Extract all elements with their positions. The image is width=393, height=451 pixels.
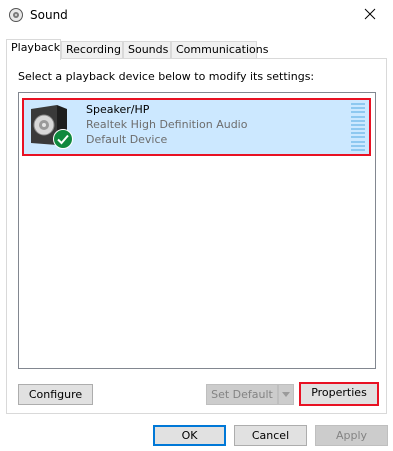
- level-bar: [351, 103, 365, 105]
- instruction-text: Select a playback device below to modify…: [18, 70, 315, 83]
- cancel-button[interactable]: Cancel: [234, 425, 307, 446]
- chevron-down-icon: [282, 388, 290, 401]
- set-default-button[interactable]: Set Default: [206, 384, 278, 405]
- level-bar: [351, 123, 365, 126]
- level-bar: [351, 132, 365, 135]
- window-title: Sound: [30, 8, 68, 22]
- level-bar: [351, 128, 365, 131]
- tab-recording[interactable]: Recording: [61, 41, 123, 59]
- apply-button[interactable]: Apply: [315, 425, 388, 446]
- close-icon: [364, 8, 376, 23]
- title-bar: Sound: [0, 0, 393, 31]
- speaker-icon: [8, 7, 24, 23]
- level-bar: [351, 119, 365, 122]
- close-button[interactable]: [347, 0, 393, 31]
- level-bar: [351, 140, 365, 143]
- device-status: Default Device: [86, 133, 168, 146]
- tab-communications[interactable]: Communications: [171, 41, 268, 59]
- ok-button[interactable]: OK: [153, 425, 226, 446]
- level-bar: [351, 115, 365, 118]
- device-driver: Realtek High Definition Audio: [86, 118, 248, 131]
- tab-sounds[interactable]: Sounds: [123, 41, 171, 59]
- device-item-speaker-hp[interactable]: Speaker/HP Realtek High Definition Audio…: [22, 98, 371, 156]
- tab-playback[interactable]: Playback: [6, 39, 61, 60]
- level-bar: [351, 144, 365, 147]
- playback-panel: Select a playback device below to modify…: [6, 58, 387, 414]
- level-bar: [351, 148, 365, 151]
- level-bar: [351, 111, 365, 114]
- device-list[interactable]: Speaker/HP Realtek High Definition Audio…: [18, 92, 376, 369]
- green-check-icon: [53, 129, 73, 149]
- set-default-dropdown-button[interactable]: [278, 384, 294, 405]
- properties-button[interactable]: Properties: [299, 382, 379, 406]
- level-bar: [351, 136, 365, 139]
- configure-button[interactable]: Configure: [18, 384, 93, 405]
- device-name: Speaker/HP: [86, 103, 150, 116]
- volume-level-meter: [351, 103, 365, 151]
- level-bar: [351, 107, 365, 110]
